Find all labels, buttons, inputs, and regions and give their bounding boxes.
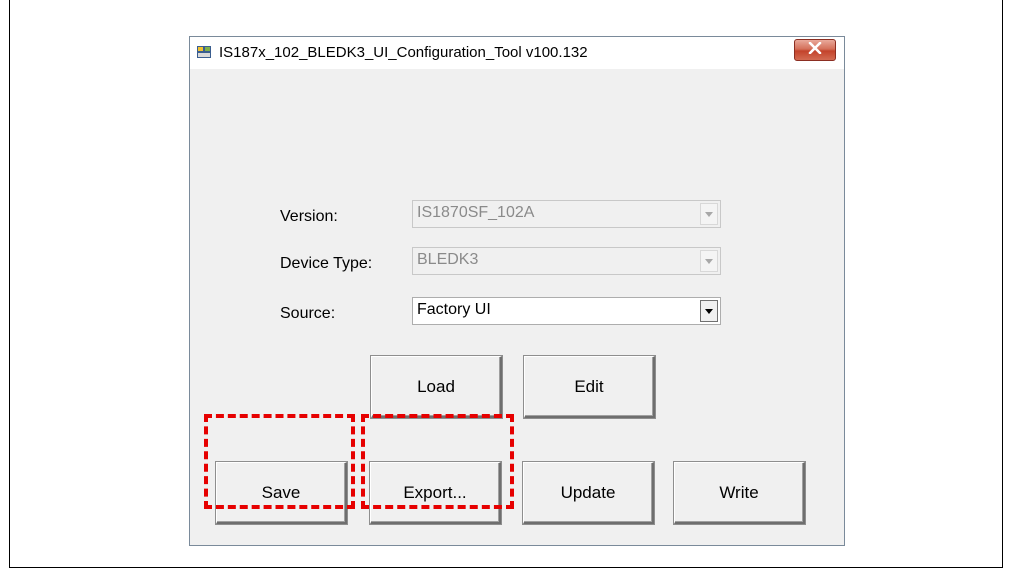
title-bar[interactable]: IS187x_102_BLEDK3_UI_Configuration_Tool … xyxy=(190,37,844,69)
edit-button[interactable]: Edit xyxy=(524,356,655,418)
device-type-dropdown[interactable]: BLEDK3 xyxy=(412,247,721,275)
version-value: IS1870SF_102A xyxy=(417,204,535,221)
load-button[interactable]: Load xyxy=(371,356,502,418)
close-x-icon xyxy=(808,41,822,59)
chevron-down-icon[interactable] xyxy=(700,203,718,225)
source-label: Source: xyxy=(280,305,336,322)
chevron-down-icon[interactable] xyxy=(700,300,718,322)
device-type-value: BLEDK3 xyxy=(417,251,479,268)
write-button[interactable]: Write xyxy=(674,462,805,524)
save-highlight-box xyxy=(204,414,355,509)
export-highlight-box xyxy=(361,414,514,509)
version-label: Version: xyxy=(280,208,338,225)
update-button[interactable]: Update xyxy=(523,462,654,524)
close-button[interactable] xyxy=(794,39,836,61)
window-title: IS187x_102_BLEDK3_UI_Configuration_Tool … xyxy=(219,44,588,61)
source-dropdown[interactable]: Factory UI xyxy=(412,297,721,325)
app-icon xyxy=(196,44,212,60)
device-type-label: Device Type: xyxy=(280,255,373,272)
version-dropdown[interactable]: IS1870SF_102A xyxy=(412,200,721,228)
source-value: Factory UI xyxy=(417,301,491,318)
chevron-down-icon[interactable] xyxy=(700,250,718,272)
